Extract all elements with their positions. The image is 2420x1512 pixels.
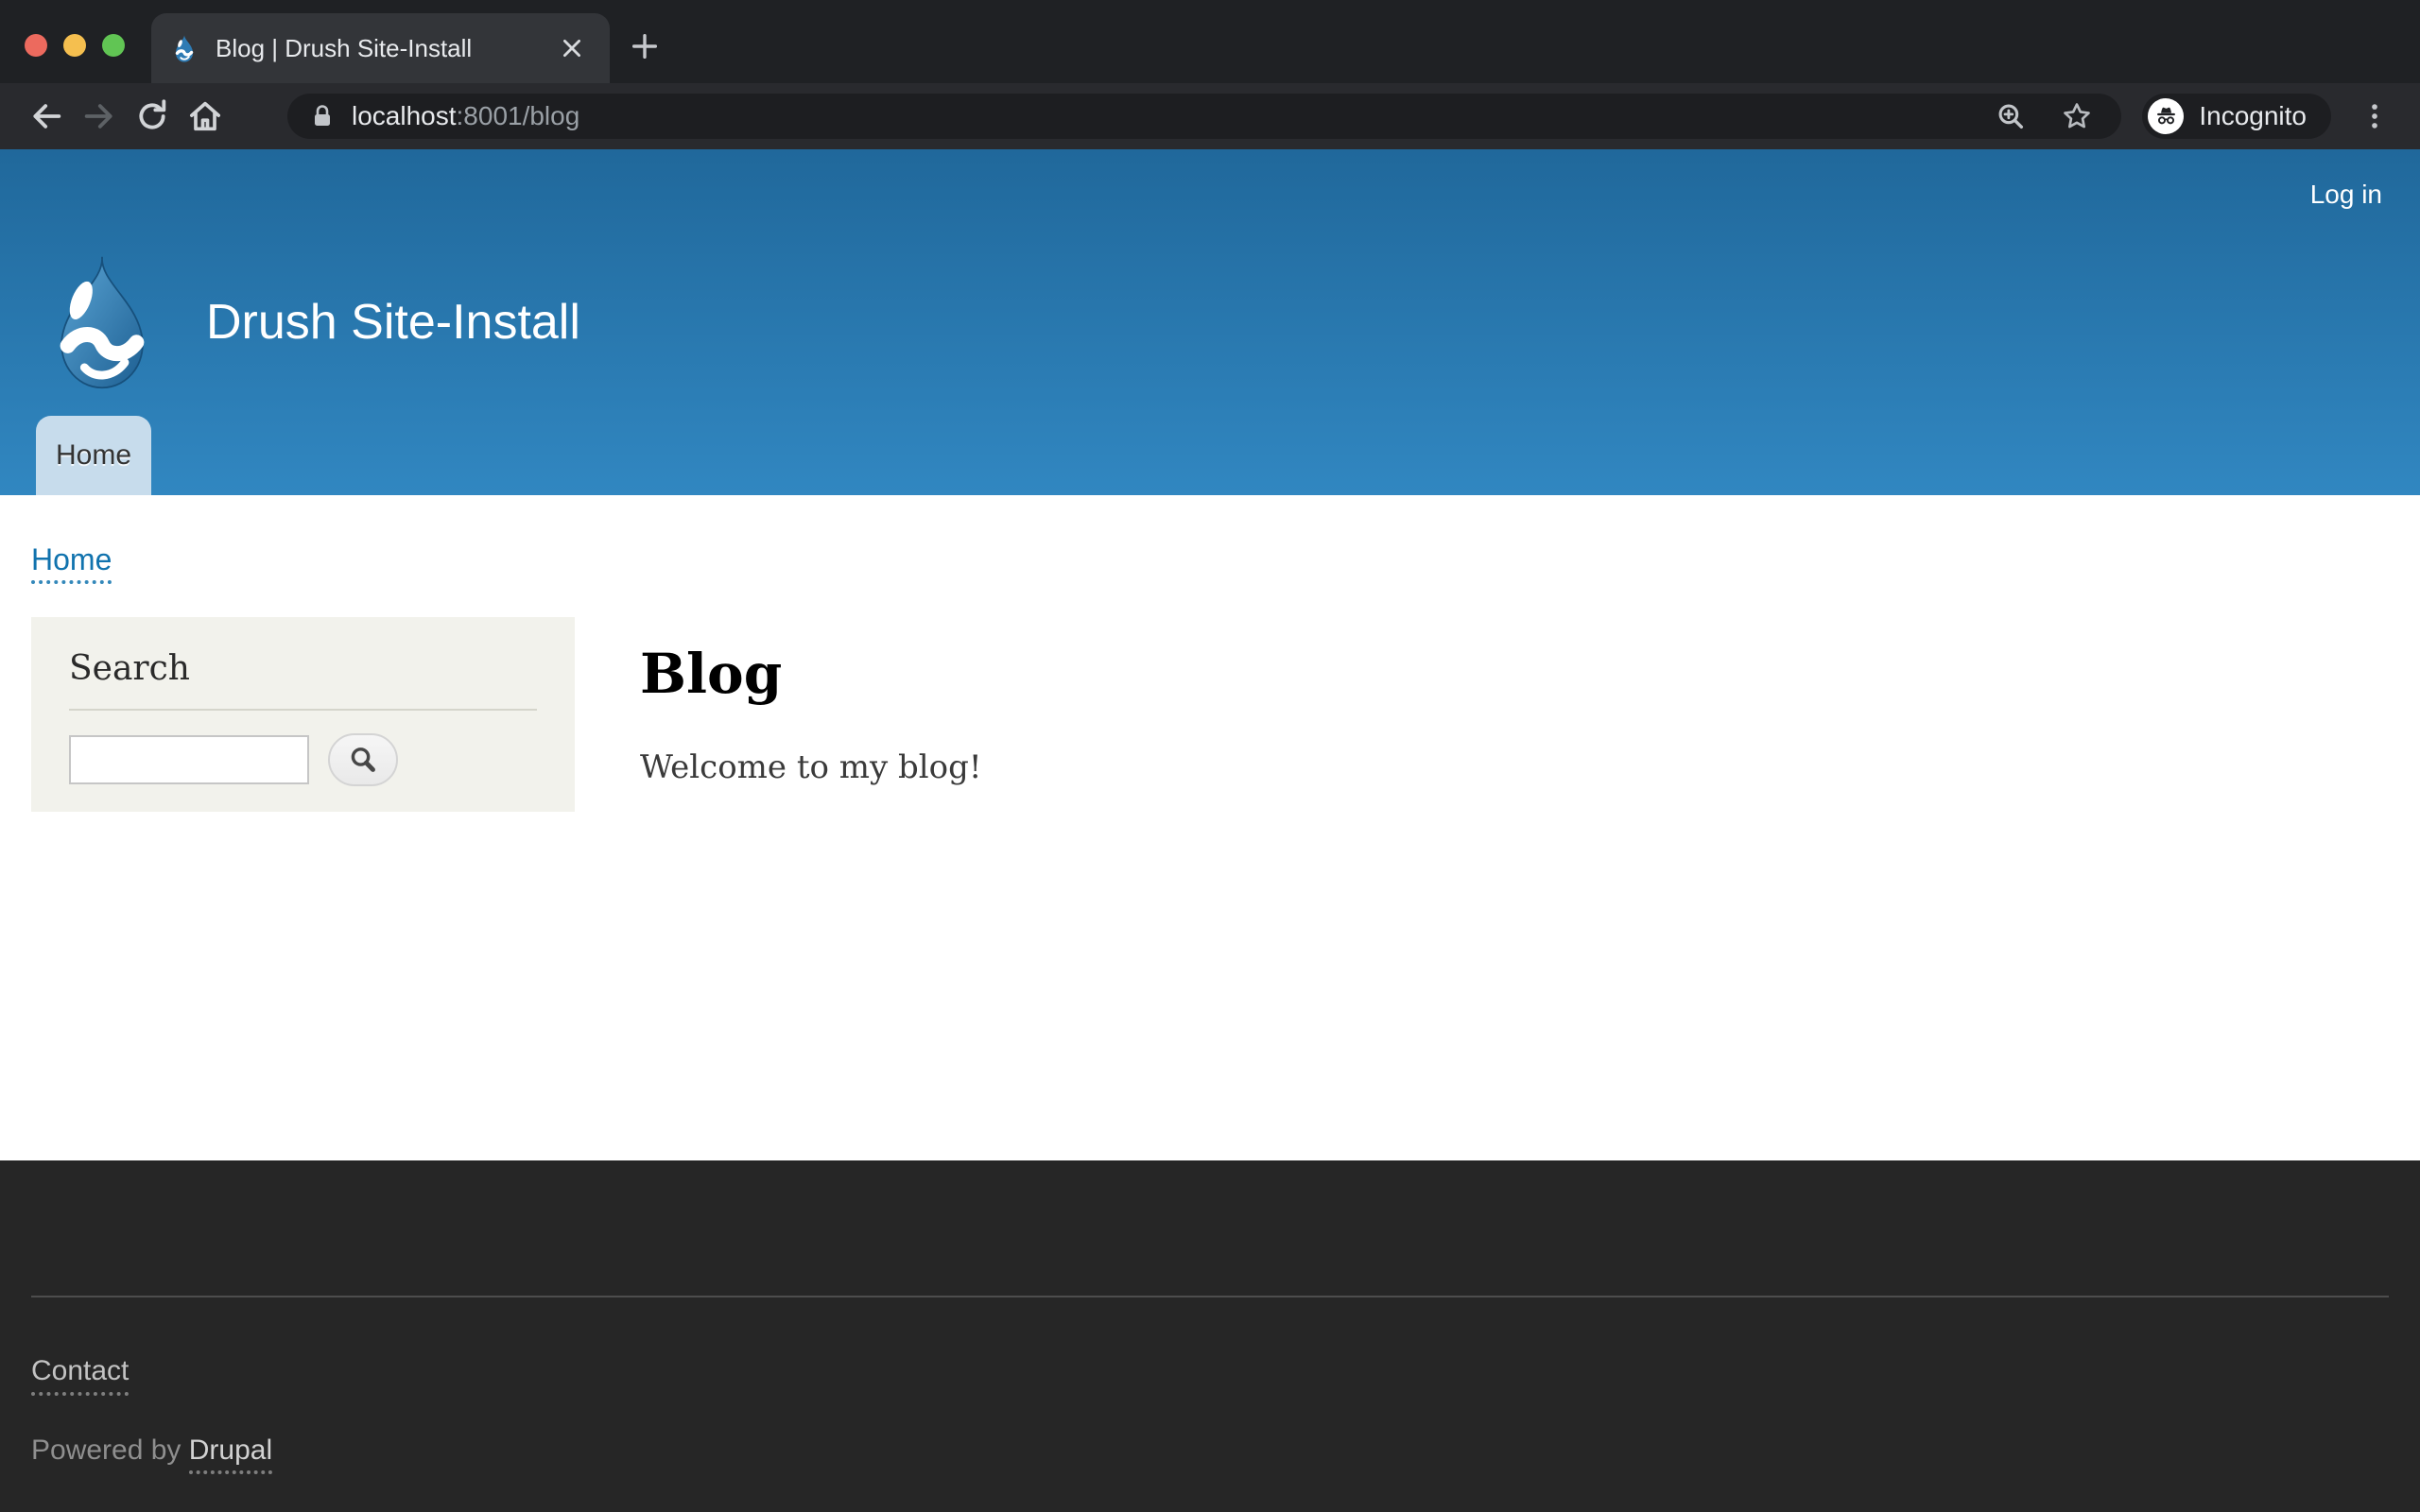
- breadcrumb-home-link[interactable]: Home: [31, 542, 112, 584]
- incognito-spy-icon: [2148, 98, 2184, 134]
- main-content-area: Home Search Blog Welcome to my blog!: [0, 495, 2420, 1160]
- tab-strip: Blog | Drush Site-Install: [0, 0, 2420, 83]
- footer-divider: [31, 1296, 2389, 1297]
- new-tab-button[interactable]: [622, 24, 667, 69]
- menu-dots-icon: [2359, 100, 2391, 132]
- login-link[interactable]: Log in: [2310, 180, 2382, 210]
- url-bar[interactable]: localhost:8001/blog: [287, 94, 2121, 139]
- minimize-button[interactable]: [63, 34, 86, 57]
- powered-by-prefix: Powered by: [31, 1435, 189, 1466]
- url-path: :8001/blog: [457, 101, 580, 130]
- tab-title: Blog | Drush Site-Install: [216, 34, 472, 63]
- drupal-logo-icon[interactable]: [40, 255, 164, 389]
- close-icon: [560, 36, 584, 60]
- page-body-text: Welcome to my blog!: [640, 748, 982, 786]
- site-name-link[interactable]: Drush Site-Install: [206, 294, 580, 351]
- menu-button[interactable]: [2354, 95, 2395, 137]
- reload-icon: [133, 97, 171, 135]
- search-block-divider: [69, 709, 537, 711]
- bookmark-star-icon[interactable]: [2061, 100, 2093, 132]
- home-button[interactable]: [183, 94, 227, 138]
- footer-contact-link[interactable]: Contact: [31, 1355, 129, 1396]
- breadcrumb: Home: [31, 542, 112, 577]
- search-input[interactable]: [69, 735, 309, 784]
- tab-close-button[interactable]: [553, 29, 591, 67]
- site-header: Log in Drush Site-Install Home: [0, 149, 2420, 495]
- search-submit-button[interactable]: [328, 733, 398, 786]
- lock-icon[interactable]: [310, 103, 335, 129]
- search-icon: [348, 745, 378, 775]
- page-content: Blog Welcome to my blog!: [640, 644, 982, 786]
- close-button[interactable]: [25, 34, 47, 57]
- search-block: Search: [31, 617, 575, 812]
- incognito-label: Incognito: [2199, 101, 2307, 131]
- powered-by: Powered by Drupal: [31, 1435, 272, 1467]
- incognito-badge: Incognito: [2142, 94, 2331, 139]
- drupal-favicon-icon: [170, 34, 199, 62]
- omnibox-actions: [1995, 100, 2099, 132]
- reload-button[interactable]: [130, 94, 174, 138]
- search-block-title: Search: [69, 649, 537, 688]
- forward-button[interactable]: [78, 94, 121, 138]
- plus-icon: [629, 30, 661, 62]
- main-menu-tab-home[interactable]: Home: [36, 416, 151, 495]
- zoom-in-icon[interactable]: [1995, 100, 2027, 132]
- drupal-link[interactable]: Drupal: [189, 1435, 272, 1474]
- browser-tab[interactable]: Blog | Drush Site-Install: [151, 13, 610, 83]
- url-text: localhost:8001/blog: [352, 101, 579, 131]
- site-footer: Contact Powered by Drupal: [0, 1160, 2420, 1512]
- back-button[interactable]: [25, 94, 68, 138]
- window-controls: [25, 34, 125, 57]
- home-icon: [186, 97, 224, 135]
- zoom-button[interactable]: [102, 34, 125, 57]
- back-icon: [27, 97, 65, 135]
- page-title: Blog: [640, 644, 982, 705]
- url-host: localhost: [352, 101, 457, 130]
- site-branding: Drush Site-Install: [40, 255, 580, 389]
- browser-toolbar: localhost:8001/blog: [0, 83, 2420, 149]
- browser-chrome: Blog | Drush Site-Install: [0, 0, 2420, 149]
- forward-icon: [80, 97, 118, 135]
- search-form: [69, 733, 537, 786]
